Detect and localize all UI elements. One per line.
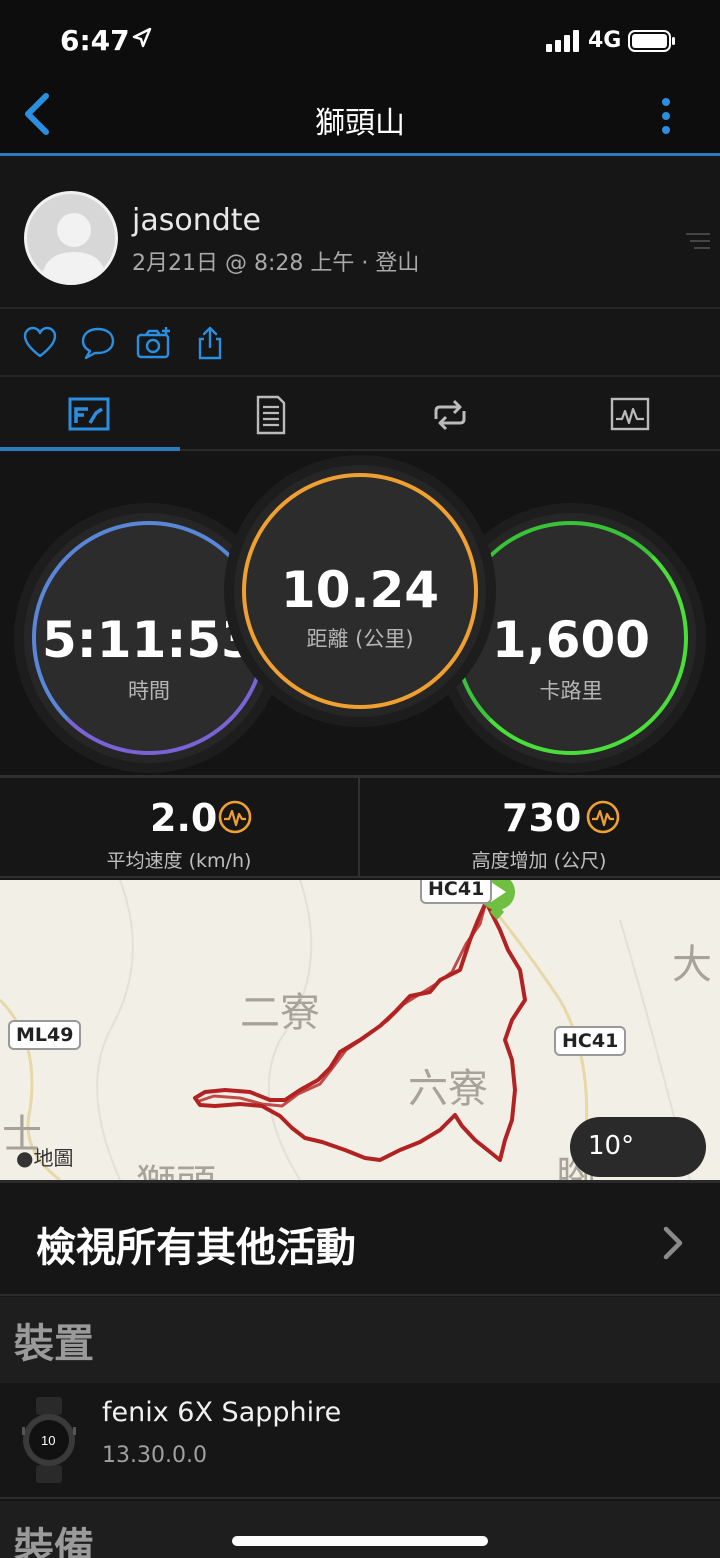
devices-section-title: 裝置 <box>14 1321 94 1367</box>
view-all-activities-row[interactable]: 檢視所有其他活動 <box>0 1180 720 1296</box>
svg-text:10: 10 <box>41 1433 55 1448</box>
avg-speed-value: 2.0 <box>150 796 218 840</box>
activity-tabs <box>0 379 720 451</box>
distance-ring: 10.24 距離 (公里) <box>234 465 486 717</box>
chart-line-icon <box>610 397 650 431</box>
username[interactable]: jasondte <box>132 203 261 238</box>
road-shield: HC41 <box>420 880 493 904</box>
status-bar: 6:47 4G <box>0 0 720 80</box>
laps-loop-icon <box>434 399 466 431</box>
view-all-label: 檢視所有其他活動 <box>36 1225 356 1271</box>
route-map[interactable]: 二寮 六寮 大 士 獅頭 腳 HC41 ML49 HC41 ●地圖 10° <box>0 880 720 1180</box>
tab-laps[interactable] <box>360 379 540 451</box>
overview-chart-icon <box>68 397 110 431</box>
active-tab-indicator <box>0 447 180 451</box>
distance-value: 10.24 <box>280 561 440 619</box>
default-avatar-icon <box>41 213 107 282</box>
weather-badge: 10° <box>570 1117 706 1177</box>
map-label: 獅頭 <box>136 1152 216 1180</box>
summary-rings: 5:11:53 時間 1,600 卡路里 10.24 距離 (公里) <box>0 453 720 775</box>
page-title: 獅頭山 <box>315 106 405 141</box>
document-icon <box>256 395 286 435</box>
drag-lines-icon <box>686 233 710 249</box>
watch-icon: 10 <box>22 1397 76 1483</box>
elev-gain-stat[interactable]: 730 高度增加 (公尺) <box>360 778 718 878</box>
avg-speed-stat[interactable]: 2.0 平均速度 (km/h) <box>0 778 358 878</box>
status-time: 6:47 <box>60 24 130 57</box>
avatar[interactable] <box>24 191 118 285</box>
map-label: 二寮 <box>240 990 320 1036</box>
tab-details[interactable] <box>180 379 360 451</box>
devices-section-header: 裝置 <box>0 1297 720 1383</box>
map-label: 六寮 <box>408 1066 488 1112</box>
add-photo-icon[interactable] <box>136 325 172 361</box>
map-attribution-text: 地圖 <box>33 1146 74 1170</box>
nav-bar: 獅頭山 <box>0 80 720 156</box>
tab-charts[interactable] <box>540 379 720 451</box>
gear-section-title: 裝備 <box>14 1525 94 1558</box>
time-label: 時間 <box>128 679 170 703</box>
heart-rate-badge-icon <box>218 800 252 834</box>
more-options-icon[interactable] <box>652 96 680 136</box>
device-name: fenix 6X Sapphire <box>102 1397 342 1428</box>
activity-meta: 2月21日 @ 8:28 上午 · 登山 <box>132 251 420 276</box>
elev-gain-label: 高度增加 (公尺) <box>471 850 607 872</box>
home-indicator[interactable] <box>232 1536 488 1546</box>
location-arrow-icon <box>132 27 152 48</box>
distance-label: 距離 (公里) <box>306 627 414 651</box>
network-type: 4G <box>588 28 622 53</box>
calories-label: 卡路里 <box>539 679 603 703</box>
device-version: 13.30.0.0 <box>102 1443 207 1468</box>
map-attribution: ●地圖 <box>16 1142 73 1171</box>
comment-icon[interactable] <box>80 325 116 361</box>
road-shield: HC41 <box>554 1026 627 1056</box>
elev-gain-value: 730 <box>502 796 582 840</box>
activity-header: jasondte 2月21日 @ 8:28 上午 · 登山 <box>0 159 720 309</box>
tab-overview[interactable] <box>0 379 180 451</box>
heart-rate-badge-icon <box>586 800 620 834</box>
gear-section-header: 裝備 <box>0 1501 720 1558</box>
share-icon[interactable] <box>192 325 228 361</box>
device-row[interactable]: 10 fenix 6X Sapphire 13.30.0.0 <box>0 1383 720 1499</box>
road-shield: ML49 <box>8 1020 82 1050</box>
heart-icon[interactable] <box>22 325 58 361</box>
signal-icon <box>546 30 579 52</box>
stats-row: 2.0 平均速度 (km/h) 730 高度增加 (公尺) <box>0 775 720 878</box>
battery-icon <box>628 30 675 52</box>
chevron-right-icon <box>663 1226 683 1260</box>
apple-logo-icon: ● <box>16 1146 34 1170</box>
social-actions <box>0 311 720 377</box>
avg-speed-label: 平均速度 (km/h) <box>106 850 252 872</box>
map-label: 大 <box>672 942 712 988</box>
